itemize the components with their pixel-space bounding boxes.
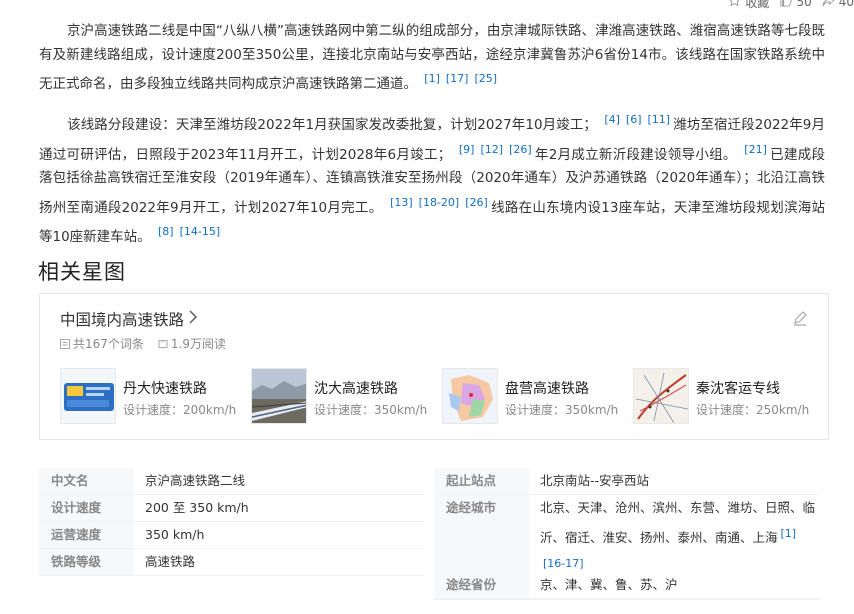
info-row: 起止站点 北京南站--安亭西站	[434, 468, 820, 495]
cities-line-1: 北京、天津、沧州、滨州、东营、潍坊、日照、临	[540, 500, 816, 515]
cities-line-2: 沂、宿迁、淮安、扬州、泰州、南通、上海	[540, 530, 778, 545]
rail-name: 丹大快速铁路	[123, 381, 207, 397]
star-icon	[728, 0, 741, 10]
thumbnail-train-photo	[251, 368, 307, 424]
reference-link[interactable]: [1]	[424, 72, 440, 85]
rail-item-qinhuangdao-shenyang[interactable]: 秦沈客运专线设计速度：250km/h	[633, 368, 824, 425]
info-row: 中文名 京沪高速铁路二线	[39, 468, 425, 495]
info-key: 中文名	[39, 468, 134, 494]
entries-icon	[60, 338, 70, 349]
reference-link[interactable]: [26]	[509, 143, 532, 156]
intro-paragraph: 京沪高速铁路二线是中国“八纵八横”高速铁路网中第二纵的组成部分，由京津城际铁路、…	[39, 20, 825, 97]
thumbnail-region-map	[442, 368, 498, 424]
info-row: 设计速度 200 至 350 km/h	[39, 495, 425, 522]
entry-count: 共167个词条	[73, 337, 144, 351]
book-icon	[158, 339, 168, 349]
info-key: 途经省份	[434, 572, 529, 598]
info-key: 运营速度	[39, 522, 134, 548]
construction-text-1: 该线路分段建设：天津至潍坊段2022年1月获国家发改委批复，计划2027年10月…	[67, 117, 597, 133]
thumbs-up-icon	[779, 0, 793, 10]
article-toolbar: 收藏 50 40	[728, 0, 854, 10]
reference-link[interactable]: [11]	[648, 113, 671, 126]
edit-button[interactable]	[792, 310, 808, 326]
reference-link[interactable]: [18-20]	[419, 196, 460, 209]
rail-item-dandong-dalian[interactable]: 丹大快速铁路设计速度：200km/h	[60, 368, 251, 425]
info-value: 高速铁路	[145, 554, 196, 569]
rail-name: 沈大高速铁路	[314, 381, 398, 397]
collect-label: 收藏	[745, 0, 770, 10]
section-title: 相关星图	[38, 260, 126, 284]
construction-paragraph: 该线路分段建设：天津至潍坊段2022年1月获国家发改委批复，计划2027年10月…	[39, 108, 825, 250]
rail-item-panjin-yingkou[interactable]: 盘营高速铁路设计速度：350km/h	[442, 368, 633, 425]
construction-text-3: 年2月成立新沂段建设领导小组。	[534, 146, 737, 163]
reference-link[interactable]: [17]	[446, 72, 469, 85]
collect-button[interactable]: 收藏	[728, 0, 769, 10]
reference-link[interactable]: [13]	[390, 196, 413, 209]
reference-link[interactable]: [8]	[158, 225, 174, 238]
related-rail-list: 丹大快速铁路设计速度：200km/h 沈大高速铁路设计速度：350km/h 盘营…	[60, 368, 824, 425]
share-icon	[822, 0, 835, 10]
info-value: 200 至 350 km/h	[145, 500, 249, 515]
star-map-card: 中国境内高速铁路 共167个词条 1.9万阅读 丹大快速铁路设计速度：200km…	[39, 293, 829, 440]
info-value: 京、津、冀、鲁、苏、沪	[540, 577, 678, 592]
thumbnail-ticket	[60, 368, 116, 424]
basic-info-right-column-2: 途经省份 京、津、冀、鲁、苏、沪	[434, 572, 820, 599]
like-button[interactable]: 50	[779, 0, 812, 10]
rail-speed: 设计速度：350km/h	[314, 403, 428, 417]
reference-link[interactable]: [12]	[480, 143, 503, 156]
reference-link[interactable]: [26]	[465, 196, 488, 209]
rail-item-shenyang-dalian[interactable]: 沈大高速铁路设计速度：350km/h	[251, 368, 442, 425]
share-button[interactable]: 40	[822, 0, 854, 10]
reference-link[interactable]: [21]	[744, 143, 767, 156]
thumbnail-route-map	[633, 368, 689, 424]
read-count: 1.9万阅读	[170, 337, 226, 351]
reference-link[interactable]: [16-17]	[543, 557, 584, 570]
basic-info-left-column: 中文名 京沪高速铁路二线 设计速度 200 至 350 km/h 运营速度 350 k…	[39, 468, 425, 576]
star-map-title: 中国境内高速铁路	[60, 311, 185, 329]
info-value: 京沪高速铁路二线	[145, 473, 246, 488]
rail-speed: 设计速度：250km/h	[696, 403, 810, 417]
info-key: 铁路等级	[39, 549, 134, 575]
info-row: 途经省份 京、津、冀、鲁、苏、沪	[434, 572, 820, 599]
info-row: 运营速度 350 km/h	[39, 522, 425, 549]
chevron-right-icon	[188, 310, 198, 328]
info-value: 北京南站--安亭西站	[540, 473, 650, 488]
like-count: 50	[796, 0, 812, 9]
reference-link[interactable]: [1]	[781, 527, 797, 540]
star-map-title-link[interactable]: 中国境内高速铁路	[60, 308, 198, 330]
reference-link[interactable]: [6]	[626, 113, 642, 126]
info-value: 350 km/h	[145, 527, 205, 542]
pencil-icon	[794, 311, 807, 326]
rail-name: 秦沈客运专线	[696, 381, 780, 397]
rail-speed: 设计速度：350km/h	[505, 403, 619, 417]
reference-link[interactable]: [9]	[459, 143, 475, 156]
reference-link[interactable]: [25]	[474, 72, 497, 85]
share-count: 40	[838, 0, 854, 9]
info-key: 设计速度	[39, 495, 134, 521]
reference-link[interactable]: [4]	[604, 113, 620, 126]
star-map-meta: 共167个词条 1.9万阅读	[60, 335, 226, 352]
info-key: 起止站点	[434, 468, 529, 494]
reference-link[interactable]: [14-15]	[180, 225, 221, 238]
rail-name: 盘营高速铁路	[505, 381, 589, 397]
rail-speed: 设计速度：200km/h	[123, 403, 237, 417]
info-row: 铁路等级 高速铁路	[39, 549, 425, 576]
